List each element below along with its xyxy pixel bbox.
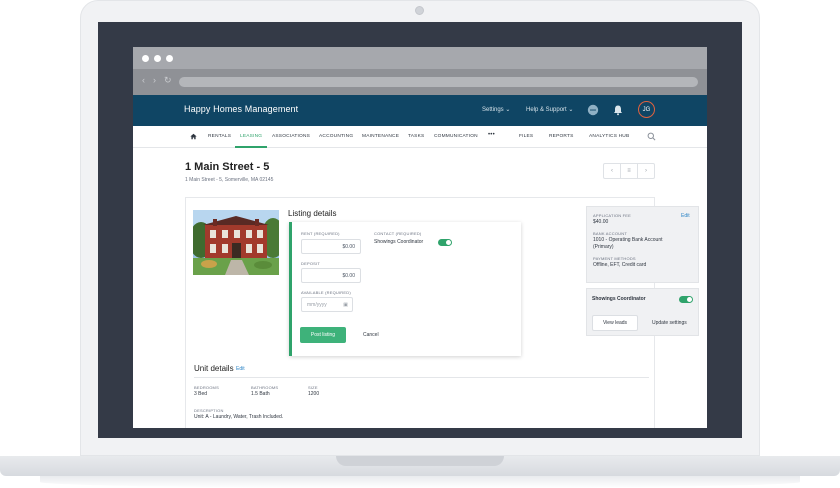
bathrooms-label: BATHROOMS [251,385,279,390]
contact-toggle[interactable] [438,239,452,246]
contact-label: CONTACT (REQUIRED) [374,231,422,236]
unit-details-heading: Unit details [194,364,234,373]
browser-titlebar [133,47,707,69]
bank-account-label: BANK ACCOUNT [593,231,627,236]
property-address: 1 Main Street - 5, Somerville, MA 02145 [185,177,274,183]
nav-maintenance[interactable]: MAINTENANCE [362,134,399,139]
size-label: SIZE [308,385,318,390]
listing-details-heading: Listing details [288,209,337,218]
payment-methods-value: Offline, EFT, Credit card [593,262,647,268]
showings-panel: Showings Coordinator View leads Update s… [586,288,699,336]
bedrooms-label: BEDROOMS [194,385,219,390]
edit-settings-link[interactable]: Edit [681,213,690,219]
home-icon[interactable] [190,133,197,140]
nav-files[interactable]: FILES [519,134,533,139]
forward-icon[interactable]: › [153,75,156,85]
deposit-label: DEPOSIT [301,261,320,266]
nav-tasks[interactable]: TASKS [408,134,424,139]
help-menu[interactable]: Help & Support ⌄ [526,106,573,113]
user-avatar[interactable]: JG [638,101,655,118]
brand-name[interactable]: Happy Homes Management [184,104,298,114]
search-icon[interactable] [647,132,656,141]
listing-card: Listing details RENT (REQUIRED) $0.00 DE… [185,197,699,428]
laptop-shadow [40,476,800,488]
bedrooms-value: 3 Bed [194,391,208,397]
deposit-input[interactable]: $0.00 [301,268,361,283]
window-close-dot[interactable] [142,55,149,62]
back-icon[interactable]: ‹ [142,75,145,85]
post-listing-button[interactable]: Post listing [300,327,346,343]
laptop-notch [336,456,504,466]
record-pager: ‹ ≡ › [603,163,655,179]
main-nav: RENTALS LEASING ASSOCIATIONS ACCOUNTING … [133,126,707,148]
showings-toggle[interactable] [679,296,693,303]
application-fee-value: $40.00 [593,219,609,225]
unit-divider [194,377,649,378]
page-title: 1 Main Street - 5 [185,161,270,173]
chat-icon[interactable] [586,103,600,117]
size-value: 1200 [308,391,320,397]
application-fee-label: APPLICATION FEE [593,213,632,218]
app-header: Happy Homes Management Settings ⌄ Help &… [133,95,707,126]
window-minimize-dot[interactable] [154,55,161,62]
contact-value: Showings Coordinator [374,239,424,245]
available-date-input[interactable]: mm/yyyy ▣ [301,297,353,312]
rent-input[interactable]: $0.00 [301,239,361,254]
description-value: Unit: A - Laundry, Water, Trash Included… [194,414,284,420]
cancel-button[interactable]: Cancel [363,332,379,338]
settings-menu[interactable]: Settings ⌄ [482,106,510,113]
nav-reports[interactable]: REPORTS [549,134,574,139]
list-view-button[interactable]: ≡ [621,164,638,178]
payment-methods-label: PAYMENT METHODS [593,256,636,261]
window-zoom-dot[interactable] [166,55,173,62]
address-bar[interactable] [179,77,698,87]
bank-account-value: 1010 - Operating Bank Account [593,237,663,243]
calendar-icon[interactable]: ▣ [343,302,348,308]
unit-edit-link[interactable]: Edit [236,366,245,372]
view-leads-button[interactable]: View leads [592,315,638,331]
browser-toolbar: ‹ › ↻ [133,69,707,95]
active-tab-indicator [235,146,267,148]
nav-more[interactable]: ••• [488,132,495,138]
showings-title: Showings Coordinator [592,296,646,302]
next-record-button[interactable]: › [638,164,654,178]
bell-icon[interactable] [611,103,625,117]
rent-label: RENT (REQUIRED) [301,231,340,236]
bank-account-primary: (Primary) [593,244,614,250]
previous-record-button[interactable]: ‹ [604,164,621,178]
listing-form: RENT (REQUIRED) $0.00 DEPOSIT $0.00 AVAI… [289,222,521,356]
leasing-settings-panel: APPLICATION FEE Edit $40.00 BANK ACCOUNT… [586,206,699,283]
description-label: DESCRIPTION [194,408,224,413]
nav-associations[interactable]: ASSOCIATIONS [272,134,310,139]
bathrooms-value: 1.5 Bath [251,391,270,397]
update-settings-link[interactable]: Update settings [652,320,687,326]
available-label: AVAILABLE (REQUIRED) [301,290,351,295]
nav-analytics-hub[interactable]: ANALYTICS HUB [589,134,629,139]
nav-accounting[interactable]: ACCOUNTING [319,134,353,139]
nav-leasing[interactable]: LEASING [240,134,262,139]
available-placeholder: mm/yyyy [307,302,327,308]
nav-communication[interactable]: COMMUNICATION [434,134,478,139]
reload-icon[interactable]: ↻ [164,75,172,86]
camera [415,6,424,15]
property-photo [193,210,279,275]
nav-rentals[interactable]: RENTALS [208,134,231,139]
